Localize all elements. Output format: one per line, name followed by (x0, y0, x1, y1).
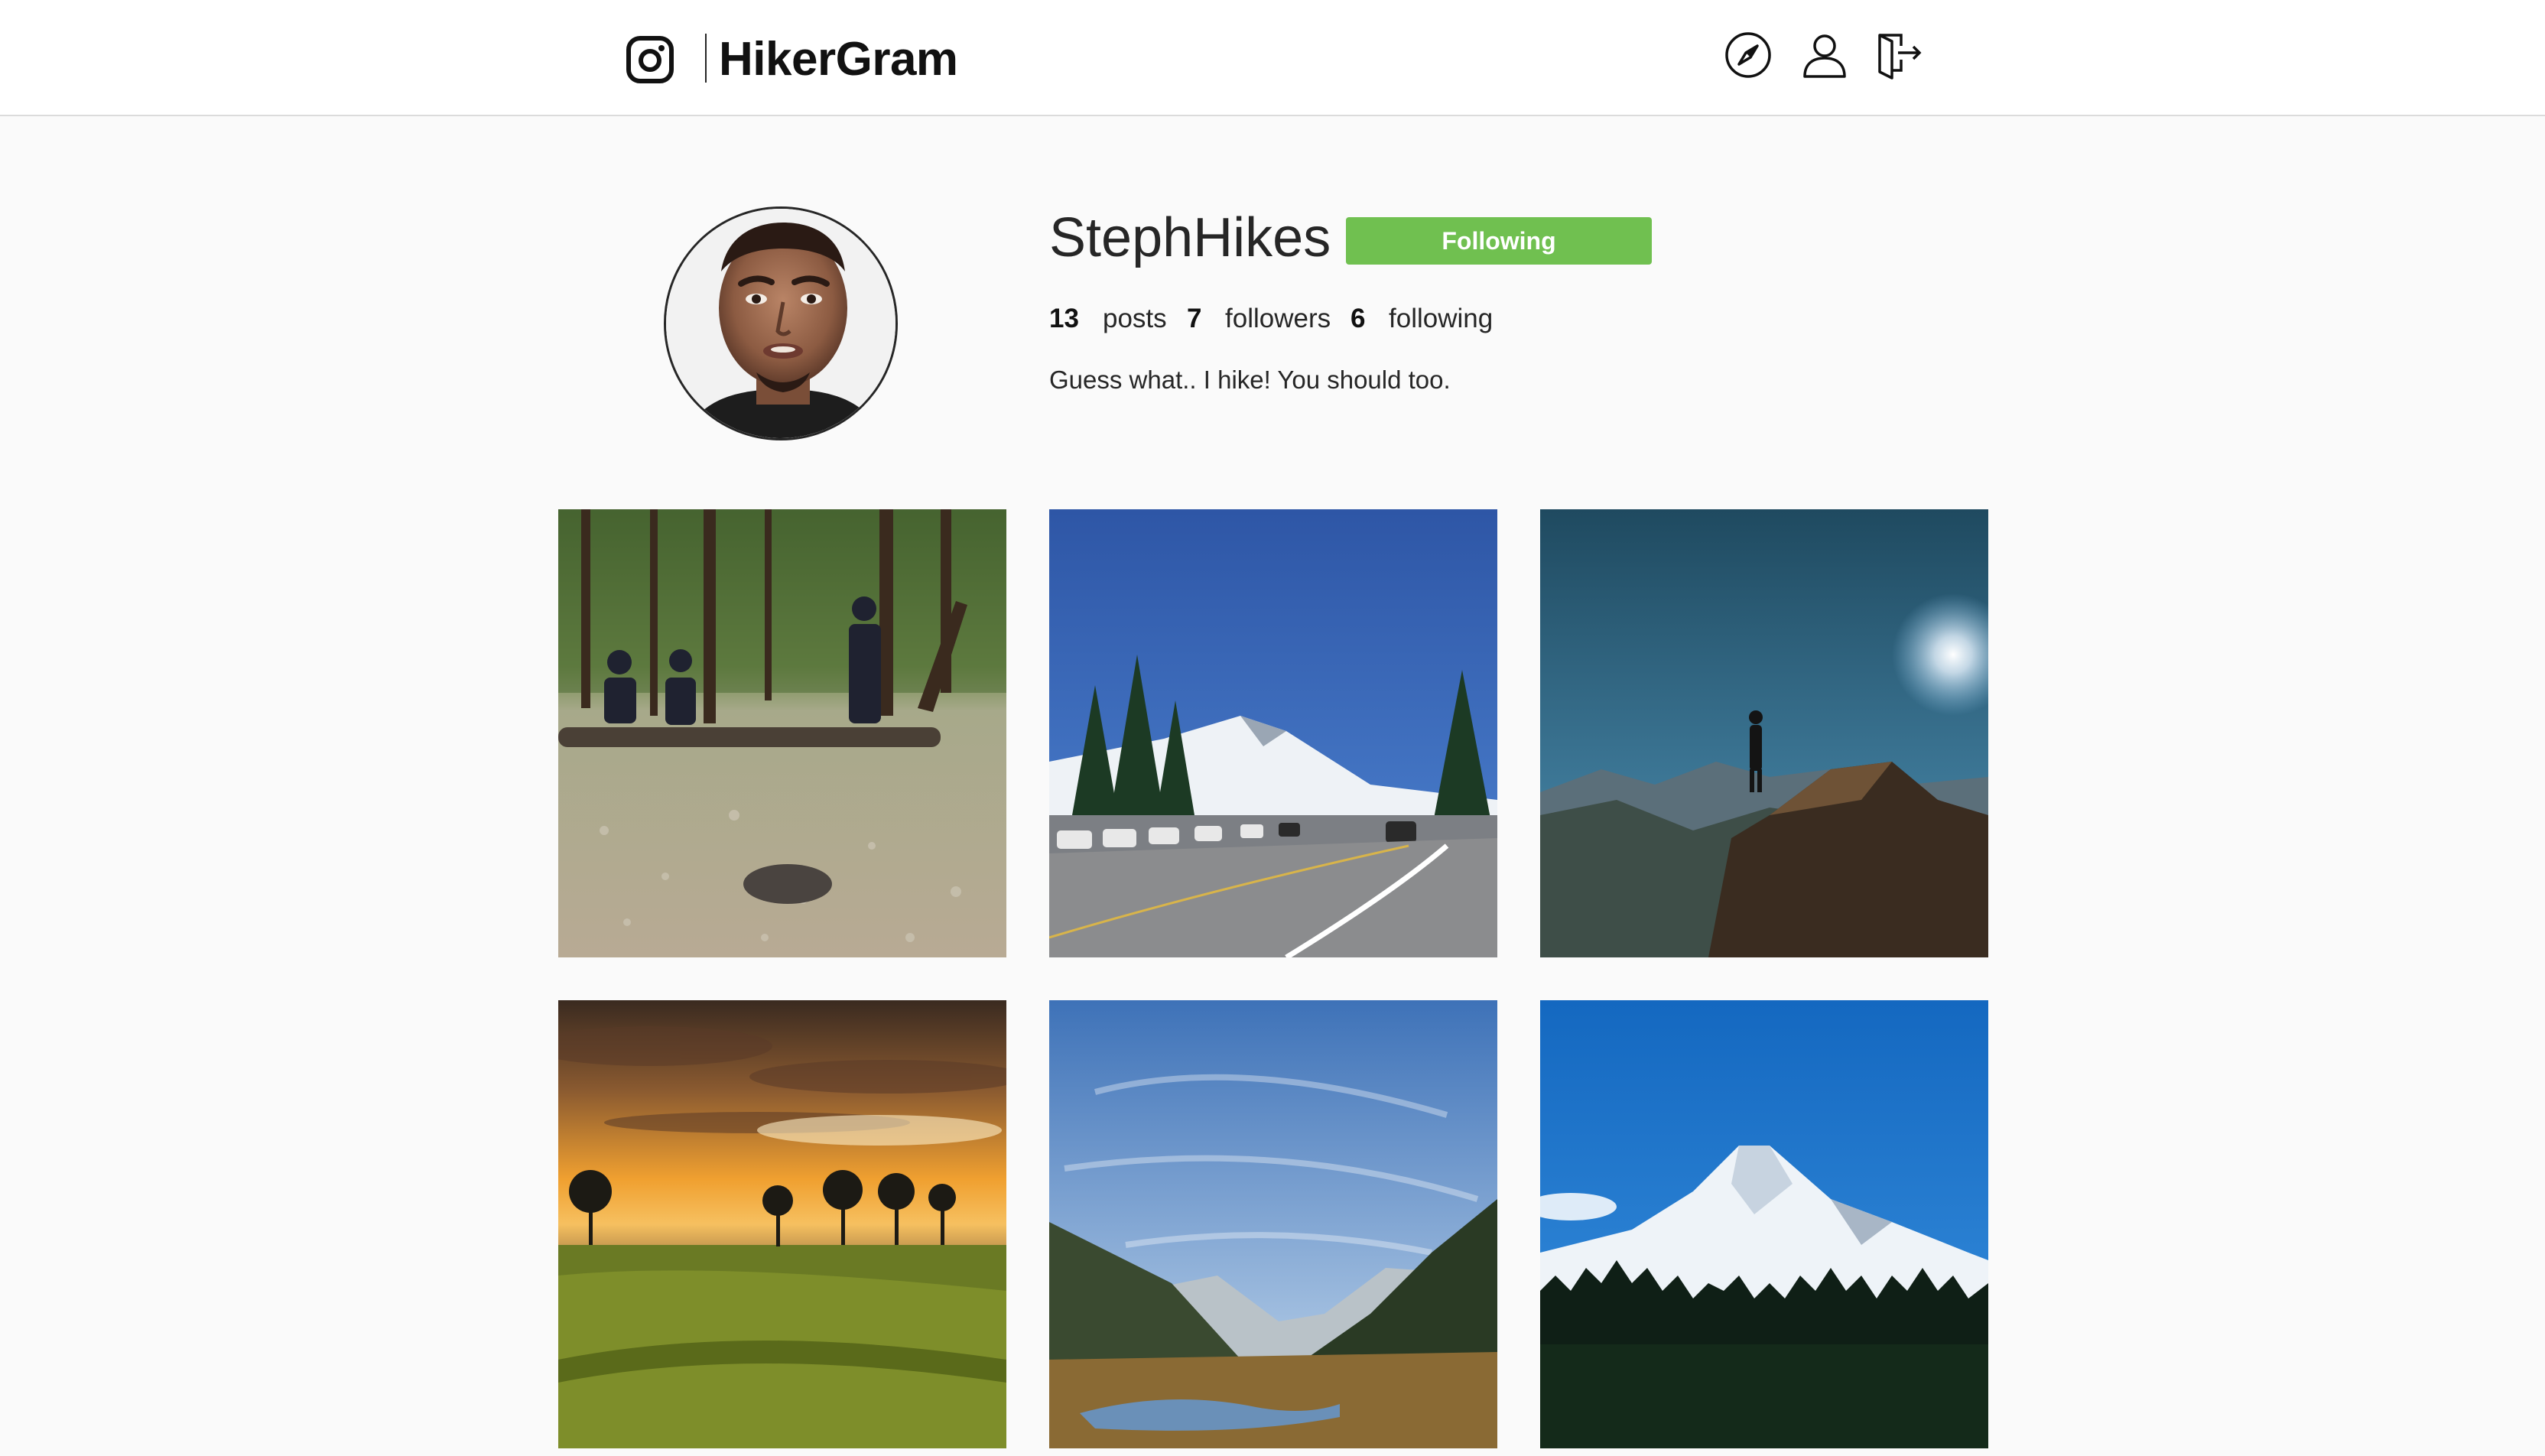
following-button[interactable]: Following (1346, 217, 1652, 265)
post-image-snowy-peak (1540, 1000, 1988, 1448)
app-title[interactable]: HikerGram (719, 31, 958, 89)
posts-label: posts (1103, 304, 1167, 333)
following-label[interactable]: following (1389, 300, 1493, 338)
compass-icon[interactable] (1724, 31, 1773, 80)
followers-label[interactable]: followers (1225, 300, 1331, 338)
camera-icon[interactable] (626, 35, 674, 84)
post-tile[interactable] (558, 1000, 1006, 1448)
followers-count[interactable]: 7 (1187, 300, 1201, 338)
post-image-road (1049, 509, 1497, 957)
following-count[interactable]: 6 (1351, 300, 1365, 338)
post-image-forest (558, 509, 1006, 957)
post-image-peak (1540, 509, 1988, 957)
user-icon[interactable] (1800, 31, 1849, 80)
post-tile[interactable] (1540, 509, 1988, 957)
posts-grid (558, 509, 1988, 1456)
top-nav-bar: HikerGram (0, 0, 2545, 116)
post-image-sunset (558, 1000, 1006, 1448)
post-tile[interactable] (1540, 1000, 1988, 1448)
post-tile[interactable] (558, 509, 1006, 957)
post-tile[interactable] (1049, 509, 1497, 957)
post-tile[interactable] (1049, 1000, 1497, 1448)
brand-divider (705, 34, 707, 83)
profile-bio: Guess what.. I hike! You should too. (1049, 366, 1451, 394)
profile-username: StephHikes (1049, 207, 1331, 268)
post-image-valley (1049, 1000, 1497, 1448)
posts-count: 13 (1049, 304, 1079, 333)
logout-icon[interactable] (1875, 31, 1924, 80)
avatar (664, 206, 898, 440)
